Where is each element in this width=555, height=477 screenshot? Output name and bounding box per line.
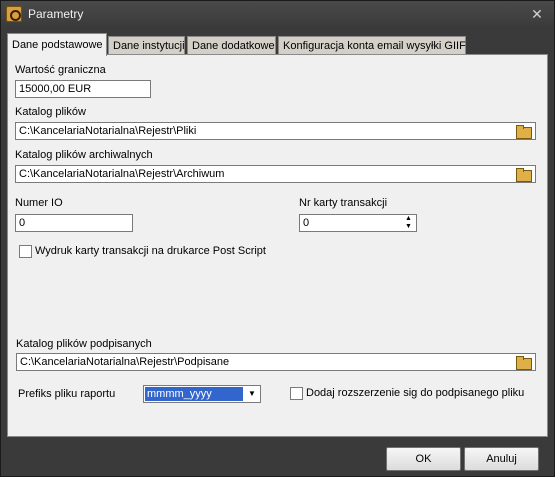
card-number-input[interactable]: 0 — [299, 214, 417, 232]
archive-dir-label: Katalog plików archiwalnych — [15, 149, 153, 161]
ok-button-label: OK — [415, 453, 432, 465]
report-prefix-select[interactable]: mmmm_yyyy ▼ — [143, 385, 261, 403]
io-number-input[interactable]: 0 — [15, 214, 133, 232]
tab-panel-dane-podstawowe: Wartość graniczna 15000,00 EUR Katalog p… — [7, 54, 548, 437]
report-prefix-label: Prefiks pliku raportu — [18, 388, 116, 400]
files-dir-value: C:\KancelariaNotarialna\Rejestr\Pliki — [19, 125, 197, 137]
title-bar[interactable]: Parametry ✕ — [1, 1, 554, 28]
spin-down-icon[interactable]: ▼ — [403, 223, 414, 231]
files-dir-label: Katalog plików — [15, 106, 86, 118]
files-dir-input[interactable]: C:\KancelariaNotarialna\Rejestr\Pliki — [15, 122, 536, 140]
cancel-button[interactable]: Anuluj — [464, 447, 539, 471]
tab-konfiguracja-email[interactable]: Konfiguracja konta email wysyłki GIIF — [278, 36, 466, 55]
report-prefix-value: mmmm_yyyy — [145, 387, 243, 401]
postscript-checkbox[interactable] — [19, 245, 32, 258]
archive-dir-value: C:\KancelariaNotarialna\Rejestr\Archiwum — [19, 168, 225, 180]
app-icon — [6, 6, 22, 22]
signed-dir-input[interactable]: C:\KancelariaNotarialna\Rejestr\Podpisan… — [16, 353, 536, 371]
card-number-stepper[interactable]: ▲ ▼ — [403, 215, 414, 231]
threshold-input[interactable]: 15000,00 EUR — [15, 80, 151, 98]
sig-extension-checkbox[interactable] — [290, 387, 303, 400]
io-number-label: Numer IO — [15, 197, 63, 209]
tab-dane-podstawowe[interactable]: Dane podstawowe — [7, 33, 107, 56]
spin-up-icon[interactable]: ▲ — [403, 215, 414, 223]
signed-dir-value: C:\KancelariaNotarialna\Rejestr\Podpisan… — [20, 356, 230, 368]
tab-dane-instytucji[interactable]: Dane instytucji — [108, 36, 185, 55]
chevron-down-icon[interactable]: ▼ — [246, 388, 258, 400]
close-button[interactable]: ✕ — [528, 5, 546, 23]
threshold-label: Wartość graniczna — [15, 64, 106, 76]
ok-button[interactable]: OK — [386, 447, 461, 471]
archive-dir-input[interactable]: C:\KancelariaNotarialna\Rejestr\Archiwum — [15, 165, 536, 183]
postscript-label: Wydruk karty transakcji na drukarce Post… — [35, 245, 266, 257]
card-number-label: Nr karty transakcji — [299, 197, 388, 209]
folder-browse-icon[interactable] — [515, 123, 533, 139]
parametry-dialog: Parametry ✕ Dane podstawowe Dane instytu… — [0, 0, 555, 477]
window-title: Parametry — [28, 7, 84, 21]
folder-browse-icon[interactable] — [515, 166, 533, 182]
card-number-value: 0 — [303, 217, 310, 229]
signed-dir-label: Katalog plików podpisanych — [16, 338, 152, 350]
folder-browse-icon[interactable] — [515, 354, 533, 370]
cancel-button-label: Anuluj — [486, 453, 517, 465]
dialog-client: Dane podstawowe Dane instytucji Dane dod… — [5, 31, 550, 471]
sig-extension-label: Dodaj rozszerzenie sig do podpisanego pl… — [306, 387, 525, 399]
tab-dane-dodatkowe[interactable]: Dane dodatkowe — [187, 36, 276, 55]
